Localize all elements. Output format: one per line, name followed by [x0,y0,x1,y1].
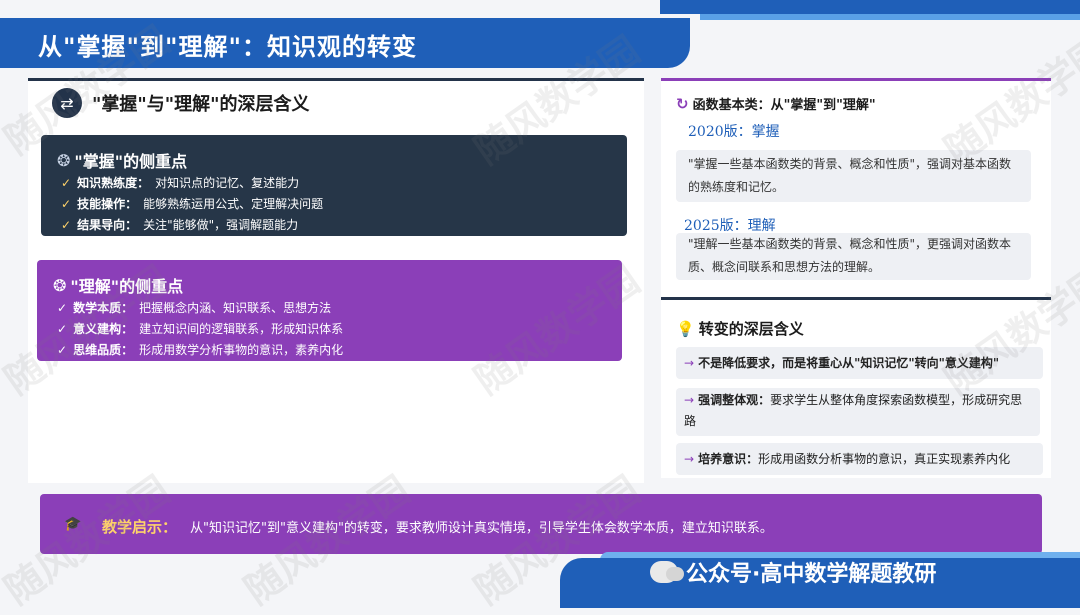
version-2020-label: 2020版：掌握 [688,124,780,140]
version-2025-label: 2025版：理解 [684,218,776,234]
function-heading: ↻ 函数基本类：从"掌握"到"理解" [676,94,876,114]
wechat-icon [650,561,684,583]
wechat-footer: 公众号·高中数学解题教研 [650,556,936,588]
arrow-right-icon: → [684,452,695,466]
check-icon: ✓ [61,176,72,190]
brain-icon: ❂ [57,150,71,170]
right-panel-topline [661,78,1051,81]
check-icon: ✓ [61,197,72,211]
arrow-right-icon: → [684,393,695,407]
version-2025-quote: "理解一些基本函数类的背景、概念和性质"，更强调对函数本质、概念间联系和思想方法… [676,233,1031,280]
insight-text: 从"知识记忆"到"意义建构"的转变，要求教师设计真实情境，引导学生体会数学本质，… [190,521,773,536]
list-item: ✓ 知识熟练度： 对知识点的记忆、复述能力 [61,173,323,194]
lightbulb-icon: 💡 [676,319,695,338]
wechat-account-text: 公众号·高中数学解题教研 [686,562,937,587]
left-heading-text: "掌握"与"理解"的深层含义 [92,94,310,115]
brain-icon: ❂ [53,275,67,295]
list-item: ✓ 技能操作： 能够熟练运用公式、定理解决问题 [61,194,323,215]
mastery-list: ✓ 知识熟练度： 对知识点的记忆、复述能力 ✓ 技能操作： 能够熟练运用公式、定理解决问… [61,173,323,236]
mastery-card-title: ❂ "掌握"的侧重点 [57,150,188,172]
arrow-right-icon: → [684,356,695,370]
top-accent-bar [660,0,1080,14]
point-item: → 培养意识：形成用函数分析事物的意识，真正实现素养内化 [676,443,1043,475]
check-icon: ✓ [61,218,72,232]
point-item: → 强调整体观：要求学生从整体角度探索函数模型，形成研究思路 [676,388,1040,436]
top-accent-stripe [700,14,1080,20]
list-item: ✓ 结果导向： 关注"能够做"，强调解题能力 [61,215,323,236]
deep-meaning-heading: 💡 转变的深层含义 [676,319,804,339]
right-divider [661,297,1051,300]
mastery-card: ❂ "掌握"的侧重点 ✓ 知识熟练度： 对知识点的记忆、复述能力 ✓ 技能操作： 能够熟… [41,135,627,236]
refresh-icon: ↻ [676,94,689,113]
